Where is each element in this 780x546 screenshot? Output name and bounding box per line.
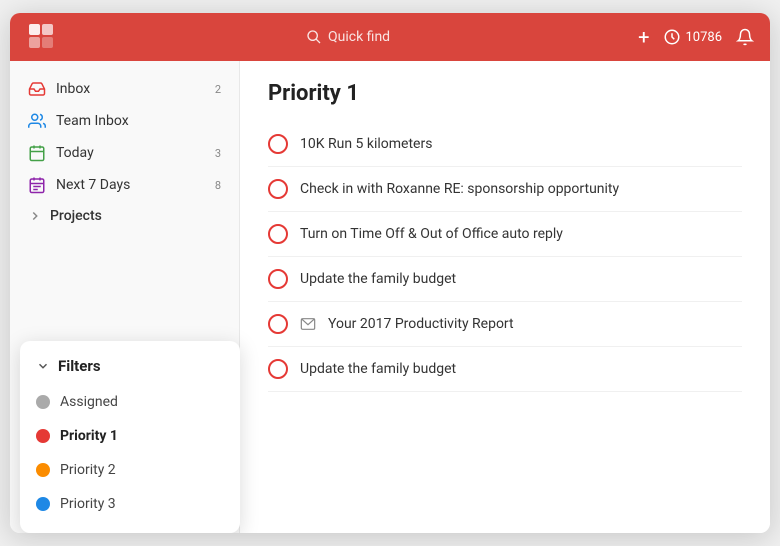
task-text-6: Update the family budget — [300, 361, 742, 377]
task-list: 10K Run 5 kilometers Check in with Roxan… — [268, 122, 742, 392]
sidebar-item-team-inbox[interactable]: Team Inbox — [10, 105, 239, 137]
notifications-count[interactable]: 10786 — [663, 28, 722, 46]
task-text-1: 10K Run 5 kilometers — [300, 136, 742, 152]
today-badge: 3 — [215, 147, 221, 160]
projects-label: Projects — [50, 208, 102, 224]
task-item[interactable]: Turn on Time Off & Out of Office auto re… — [268, 212, 742, 257]
filter-priority2-label: Priority 2 — [60, 462, 116, 478]
filter-priority3[interactable]: Priority 3 — [20, 487, 240, 521]
task-item[interactable]: Update the family budget — [268, 257, 742, 302]
filter-priority2[interactable]: Priority 2 — [20, 453, 240, 487]
chevron-down-icon — [36, 359, 50, 373]
sidebar-item-next7days[interactable]: Next 7 Days 8 — [10, 169, 239, 201]
next7days-badge: 8 — [215, 179, 221, 192]
task-checkbox-6[interactable] — [268, 359, 288, 379]
bell-icon[interactable] — [736, 28, 754, 46]
search-bar[interactable]: Quick find — [58, 29, 638, 45]
assigned-dot — [36, 395, 50, 409]
task-checkbox-2[interactable] — [268, 179, 288, 199]
task-item[interactable]: 10K Run 5 kilometers — [268, 122, 742, 167]
filter-assigned-label: Assigned — [60, 394, 118, 410]
content-area: Priority 1 10K Run 5 kilometers Check in… — [240, 61, 770, 533]
count-value: 10786 — [685, 30, 722, 45]
priority3-dot — [36, 497, 50, 511]
next7days-icon — [28, 176, 46, 194]
filter-priority1[interactable]: Priority 1 — [20, 419, 240, 453]
clock-icon — [663, 28, 681, 46]
filters-title: Filters — [58, 357, 101, 375]
task-item[interactable]: Update the family budget — [268, 347, 742, 392]
task-text-4: Update the family budget — [300, 271, 742, 287]
filter-assigned[interactable]: Assigned — [20, 385, 240, 419]
sidebar-item-projects[interactable]: Projects — [10, 201, 239, 231]
task-checkbox-1[interactable] — [268, 134, 288, 154]
chevron-right-icon — [28, 209, 42, 223]
today-label: Today — [56, 145, 94, 161]
inbox-badge: 2 — [215, 83, 221, 96]
task-checkbox-5[interactable] — [268, 314, 288, 334]
search-placeholder: Quick find — [328, 29, 390, 45]
search-icon — [306, 29, 322, 45]
task-item[interactable]: Your 2017 Productivity Report — [268, 302, 742, 347]
task-text-2: Check in with Roxanne RE: sponsorship op… — [300, 181, 742, 197]
logo[interactable] — [26, 21, 58, 53]
task-text-3: Turn on Time Off & Out of Office auto re… — [300, 226, 742, 242]
filters-panel: Filters Assigned Priority 1 Priority 2 P… — [20, 341, 240, 533]
priority1-dot — [36, 429, 50, 443]
next7days-label: Next 7 Days — [56, 177, 130, 193]
sidebar-item-inbox[interactable]: Inbox 2 — [10, 73, 239, 105]
content-title: Priority 1 — [268, 81, 742, 106]
add-button[interactable]: + — [638, 25, 649, 49]
task-text-5: Your 2017 Productivity Report — [328, 316, 742, 332]
filter-priority3-label: Priority 3 — [60, 496, 116, 512]
sidebar-item-today[interactable]: Today 3 — [10, 137, 239, 169]
header-actions: + 10786 — [638, 25, 754, 49]
task-checkbox-3[interactable] — [268, 224, 288, 244]
task-checkbox-4[interactable] — [268, 269, 288, 289]
header: Quick find + 10786 — [10, 13, 770, 61]
email-icon — [300, 316, 316, 332]
priority2-dot — [36, 463, 50, 477]
team-inbox-icon — [28, 112, 46, 130]
today-icon — [28, 144, 46, 162]
filter-priority1-label: Priority 1 — [60, 428, 118, 444]
app-window: Quick find + 10786 — [10, 13, 770, 533]
team-inbox-label: Team Inbox — [56, 113, 129, 129]
inbox-label: Inbox — [56, 81, 90, 97]
filters-header[interactable]: Filters — [20, 349, 240, 385]
main-layout: Inbox 2 Team Inbox — [10, 61, 770, 533]
task-item[interactable]: Check in with Roxanne RE: sponsorship op… — [268, 167, 742, 212]
sidebar: Inbox 2 Team Inbox — [10, 61, 240, 533]
inbox-icon — [28, 80, 46, 98]
